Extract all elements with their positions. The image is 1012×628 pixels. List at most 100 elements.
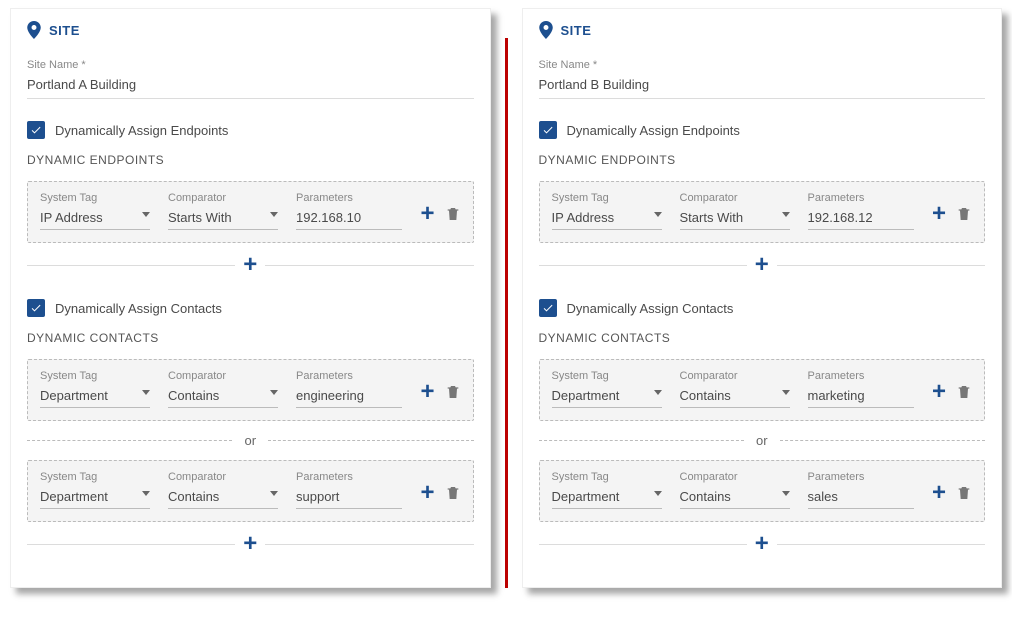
site-name-label: Site Name * [539,59,986,71]
dynamic-endpoints-checkbox[interactable] [539,121,557,139]
parameters-label: Parameters [296,192,402,204]
chevron-down-icon [270,491,278,496]
site-panel-right: SITE Site Name * Dynamically Assign Endp… [522,8,1003,588]
comparator-select[interactable] [680,384,790,408]
dynamic-endpoints-title: DYNAMIC ENDPOINTS [27,153,474,167]
add-rule-icon[interactable]: + [420,481,434,505]
parameters-label: Parameters [296,471,402,483]
add-group-icon[interactable]: + [235,532,265,556]
system-tag-select[interactable] [552,384,662,408]
site-panel-left: SITE Site Name * Dynamically Assign Endp… [10,8,491,588]
comparator-select[interactable] [168,485,278,509]
location-pin-icon [27,21,41,39]
parameters-input[interactable] [808,485,914,509]
add-group-icon[interactable]: + [235,253,265,277]
parameters-label: Parameters [296,370,402,382]
parameters-input[interactable] [296,384,402,408]
vertical-divider [505,38,508,588]
delete-rule-icon[interactable] [445,205,461,223]
delete-rule-icon[interactable] [956,205,972,223]
parameters-label: Parameters [808,370,914,382]
comparator-label: Comparator [168,192,278,204]
system-tag-label: System Tag [40,471,150,483]
add-group-icon[interactable]: + [747,532,777,556]
chevron-down-icon [270,212,278,217]
dynamic-endpoints-title: DYNAMIC ENDPOINTS [539,153,986,167]
dynamic-endpoints-label: Dynamically Assign Endpoints [567,123,740,138]
delete-rule-icon[interactable] [956,484,972,502]
endpoint-rule-row: System Tag Comparator Parameters + [539,181,986,243]
add-endpoint-group: + [27,253,474,277]
site-name-label: Site Name * [27,59,474,71]
parameters-label: Parameters [808,192,914,204]
chevron-down-icon [142,212,150,217]
site-name-input[interactable] [27,73,474,99]
add-rule-icon[interactable]: + [932,202,946,226]
system-tag-select[interactable] [552,485,662,509]
chevron-down-icon [270,390,278,395]
system-tag-select[interactable] [40,485,150,509]
add-rule-icon[interactable]: + [932,481,946,505]
contact-rule-row: System Tag Comparator Parameters + [539,460,986,522]
chevron-down-icon [654,491,662,496]
system-tag-select[interactable] [40,384,150,408]
system-tag-label: System Tag [552,370,662,382]
endpoint-rule-row: System Tag Comparator Parameters + [27,181,474,243]
system-tag-label: System Tag [40,370,150,382]
chevron-down-icon [142,390,150,395]
chevron-down-icon [142,491,150,496]
comparator-label: Comparator [680,192,790,204]
chevron-down-icon [654,390,662,395]
delete-rule-icon[interactable] [445,484,461,502]
dynamic-contacts-checkbox[interactable] [27,299,45,317]
add-rule-icon[interactable]: + [932,380,946,404]
comparator-label: Comparator [680,370,790,382]
comparator-select[interactable] [680,206,790,230]
parameters-label: Parameters [808,471,914,483]
contact-rule-row: System Tag Comparator Parameters + [539,359,986,421]
add-contact-group: + [539,532,986,556]
parameters-input[interactable] [808,206,914,230]
chevron-down-icon [782,390,790,395]
comparator-select[interactable] [168,206,278,230]
location-pin-icon [539,21,553,39]
parameters-input[interactable] [296,485,402,509]
comparator-select[interactable] [168,384,278,408]
system-tag-select[interactable] [552,206,662,230]
system-tag-select[interactable] [40,206,150,230]
contact-rule-row: System Tag Comparator Parameters + [27,460,474,522]
comparator-label: Comparator [168,471,278,483]
or-separator: or [539,433,986,448]
comparator-label: Comparator [168,370,278,382]
parameters-input[interactable] [808,384,914,408]
dynamic-contacts-label: Dynamically Assign Contacts [567,301,734,316]
site-header-text: SITE [561,23,592,38]
dynamic-contacts-title: DYNAMIC CONTACTS [27,331,474,345]
contact-rule-row: System Tag Comparator Parameters + [27,359,474,421]
system-tag-label: System Tag [552,192,662,204]
dynamic-endpoints-label: Dynamically Assign Endpoints [55,123,228,138]
or-separator: or [27,433,474,448]
comparator-select[interactable] [680,485,790,509]
add-contact-group: + [27,532,474,556]
delete-rule-icon[interactable] [956,383,972,401]
add-endpoint-group: + [539,253,986,277]
chevron-down-icon [782,491,790,496]
parameters-input[interactable] [296,206,402,230]
chevron-down-icon [782,212,790,217]
dynamic-endpoints-checkbox[interactable] [27,121,45,139]
add-rule-icon[interactable]: + [420,202,434,226]
site-header: SITE [539,21,986,39]
chevron-down-icon [654,212,662,217]
site-name-input[interactable] [539,73,986,99]
dynamic-contacts-label: Dynamically Assign Contacts [55,301,222,316]
dynamic-contacts-checkbox[interactable] [539,299,557,317]
add-group-icon[interactable]: + [747,253,777,277]
delete-rule-icon[interactable] [445,383,461,401]
add-rule-icon[interactable]: + [420,380,434,404]
comparator-label: Comparator [680,471,790,483]
system-tag-label: System Tag [40,192,150,204]
site-header: SITE [27,21,474,39]
system-tag-label: System Tag [552,471,662,483]
dynamic-contacts-title: DYNAMIC CONTACTS [539,331,986,345]
